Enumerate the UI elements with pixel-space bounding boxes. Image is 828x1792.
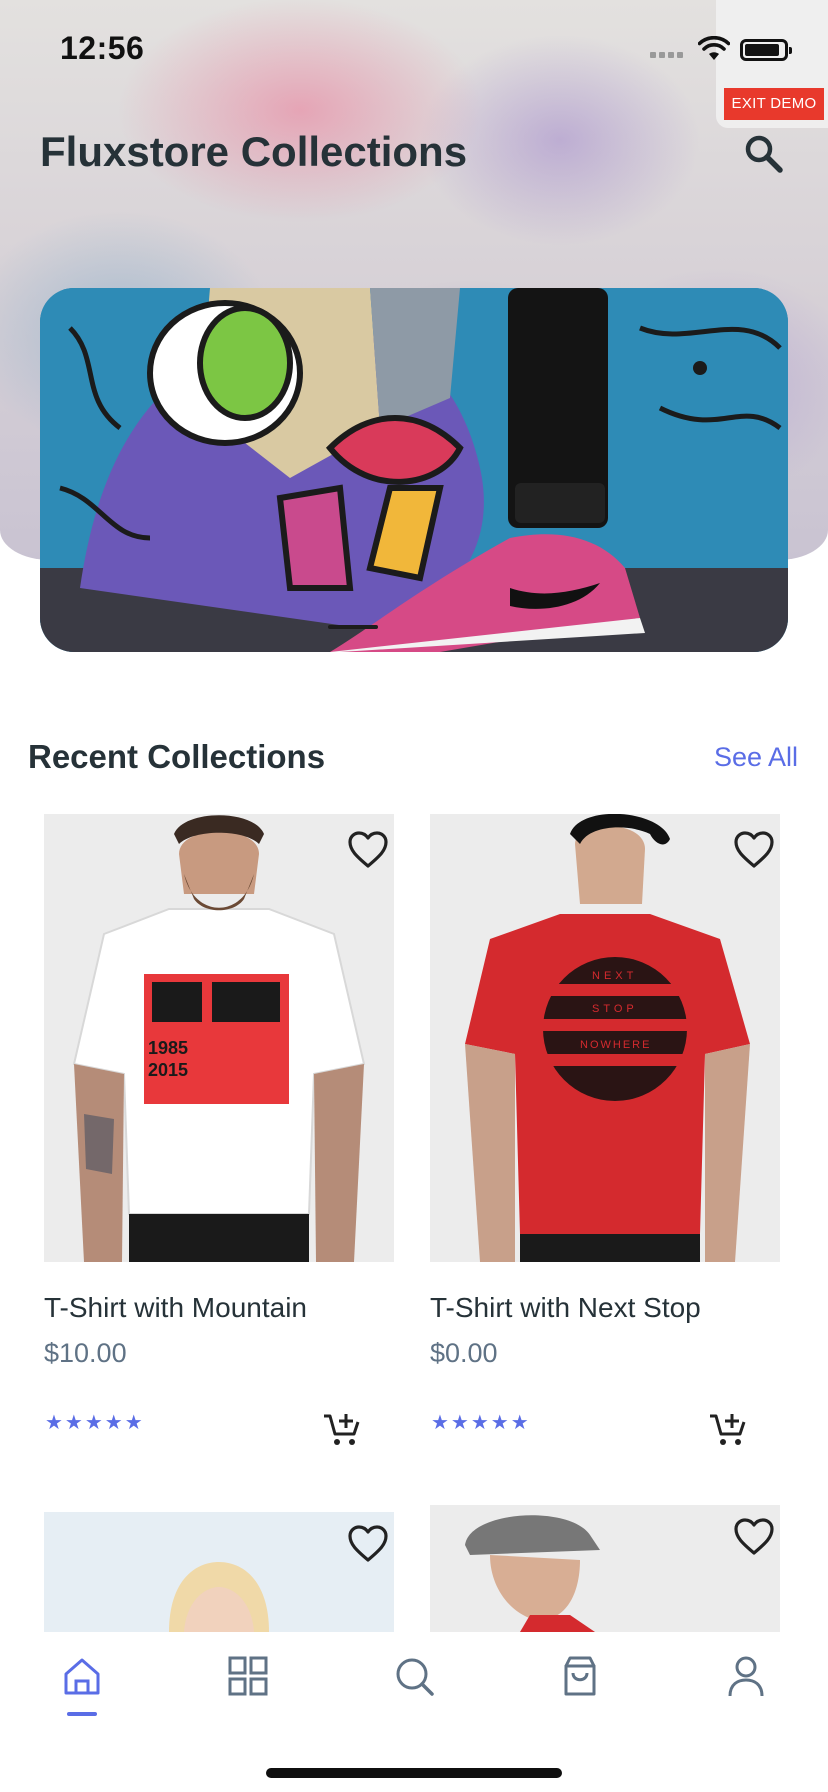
home-indicator-bar bbox=[266, 1768, 562, 1778]
product-image bbox=[430, 1505, 780, 1632]
search-icon[interactable] bbox=[392, 1654, 436, 1698]
product-image: NEXT STOP NOWHERE bbox=[430, 814, 780, 1262]
rating-stars: ★★★★★ bbox=[431, 1412, 531, 1434]
product-name[interactable]: T-Shirt with Next Stop bbox=[430, 1292, 701, 1324]
bottom-navigation bbox=[0, 1632, 828, 1792]
add-to-cart-icon[interactable] bbox=[708, 1412, 748, 1448]
home-icon[interactable] bbox=[60, 1654, 104, 1698]
shirt-print-stop: STOP bbox=[592, 1003, 638, 1015]
carousel-indicator bbox=[328, 625, 378, 629]
product-image bbox=[44, 1512, 394, 1632]
profile-icon[interactable] bbox=[724, 1654, 768, 1698]
product-name[interactable]: T-Shirt with Mountain bbox=[44, 1292, 307, 1324]
favorite-icon[interactable] bbox=[732, 830, 776, 870]
cellular-signal-icon bbox=[650, 52, 683, 58]
product-card[interactable]: 1985 2015 T-Shirt with Mountain $10.00 ★… bbox=[44, 814, 394, 1445]
product-card[interactable]: NEXT STOP NOWHERE T-Shirt with Next Stop… bbox=[430, 814, 780, 1445]
add-to-cart-icon[interactable] bbox=[322, 1412, 362, 1448]
product-image: 1985 2015 bbox=[44, 814, 394, 1262]
banner-carousel[interactable] bbox=[40, 288, 788, 652]
see-all-link[interactable]: See All bbox=[714, 742, 798, 773]
product-card[interactable] bbox=[44, 1512, 394, 1632]
status-icons: EXIT DEMO bbox=[650, 0, 828, 128]
favorite-icon[interactable] bbox=[732, 1517, 776, 1557]
wifi-icon bbox=[698, 36, 730, 60]
shirt-print-year-1: 1985 bbox=[148, 1038, 188, 1058]
exit-demo-button[interactable]: EXIT DEMO bbox=[724, 88, 824, 120]
rating-stars: ★★★★★ bbox=[45, 1412, 145, 1434]
shirt-print-year-2: 2015 bbox=[148, 1060, 188, 1080]
shirt-print-nowhere: NOWHERE bbox=[580, 1039, 651, 1051]
banner-image bbox=[40, 288, 788, 652]
product-price: $10.00 bbox=[44, 1338, 127, 1368]
battery-icon bbox=[740, 39, 792, 61]
page-title: Fluxstore Collections bbox=[40, 128, 468, 175]
search-icon[interactable] bbox=[742, 132, 786, 176]
active-tab-indicator bbox=[67, 1712, 97, 1716]
status-bar: 12:56 EXIT DEMO bbox=[0, 0, 828, 128]
product-card[interactable] bbox=[430, 1505, 780, 1632]
favorite-icon[interactable] bbox=[346, 1524, 390, 1564]
section-title: Recent Collections bbox=[28, 738, 326, 775]
favorite-icon[interactable] bbox=[346, 830, 390, 870]
status-time: 12:56 bbox=[60, 30, 145, 66]
shirt-print-next: NEXT bbox=[592, 970, 637, 982]
product-price: $0.00 bbox=[430, 1338, 498, 1368]
bag-icon[interactable] bbox=[558, 1654, 602, 1698]
grid-icon[interactable] bbox=[226, 1654, 270, 1698]
